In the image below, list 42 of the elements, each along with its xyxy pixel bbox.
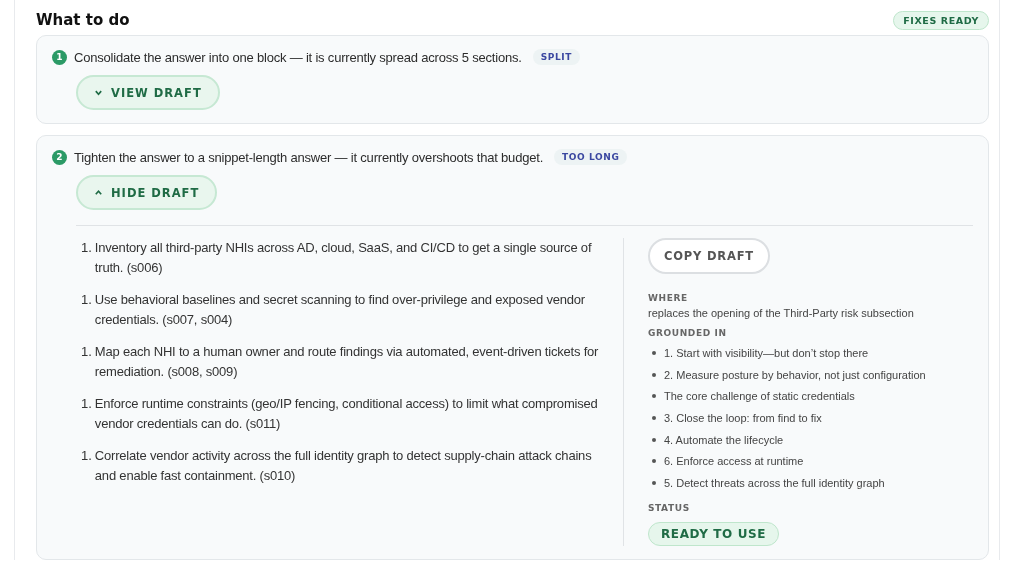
bullet-icon [652, 372, 656, 377]
copy-draft-button[interactable]: COPY DRAFT [648, 238, 770, 274]
draft-item: Inventory all third-party NHIs across AD, cloud, SaaS, and CI/CD to get a single source of truth. (s006) [94, 239, 593, 277]
grounded-item: 6. Enforce access at runtime [664, 455, 804, 468]
status-badge: FIXES READY [893, 10, 989, 30]
bullet-icon [652, 480, 656, 485]
list-number: 1. [81, 447, 92, 465]
where-label: WHERE [648, 293, 689, 303]
issue-tag: SPLIT [532, 49, 580, 65]
status-badge: READY TO USE [648, 521, 780, 546]
grounded-item: 4. Automate the lifecycle [664, 433, 784, 446]
grounded-item: 1. Start with visibility—but don’t stop there [664, 346, 869, 359]
list-number: 1. [81, 291, 92, 309]
grounded-item: 2. Measure posture by behavior, not just configuration [664, 368, 926, 381]
draft-toggle-button[interactable]: HIDE DRAFT [76, 175, 218, 210]
caret-icon [94, 188, 103, 197]
bullet-icon [652, 394, 656, 399]
bullet-icon [652, 415, 656, 420]
list-number: 1. [81, 239, 92, 257]
section-title: What to do [36, 11, 130, 29]
status-label: STATUS [648, 502, 691, 513]
bullet-icon [652, 350, 656, 355]
fix-description: Tighten the answer to a snippet-length answer — it currently overshoots that budget. [74, 149, 544, 165]
draft-item: Map each NHI to a human owner and route findings via automated, event-driven tickets for remediation. (s008, s009) [94, 343, 600, 381]
draft-item: Use behavioral baselines and secret scanning to find over-privilege and exposed vendor credentials. (s007, s004) [94, 291, 586, 329]
bullet-icon [652, 459, 656, 464]
grounded-item: 5. Detect threats across the full identity graph [664, 476, 885, 489]
draft-toggle-button[interactable]: VIEW DRAFT [76, 75, 220, 110]
grounded-item: 3. Close the loop: from find to fix [664, 411, 822, 424]
bullet-icon [652, 437, 656, 442]
grounded-item: The core challenge of static credentials [664, 390, 855, 403]
where-text: replaces the opening of the Third-Party risk subsection [648, 307, 915, 319]
issue-tag: TOO LONG [554, 149, 628, 165]
step-number: 2 [52, 149, 67, 165]
caret-icon [94, 88, 103, 97]
list-number: 1. [81, 343, 92, 361]
list-number: 1. [81, 395, 92, 413]
draft-item: Enforce runtime constraints (geo/IP fencing, conditional access) to limit what compromised vendor credentials can do. (s011) [94, 395, 599, 433]
step-number: 1 [52, 49, 67, 65]
grounded-label: GROUNDED IN [648, 328, 728, 338]
draft-item: Correlate vendor activity across the full identity graph to detect supply-chain attack chains and enable fast containment. (s010) [94, 447, 593, 485]
fix-description: Consolidate the answer into one block — it is currently spread across 5 sections. [74, 49, 522, 65]
